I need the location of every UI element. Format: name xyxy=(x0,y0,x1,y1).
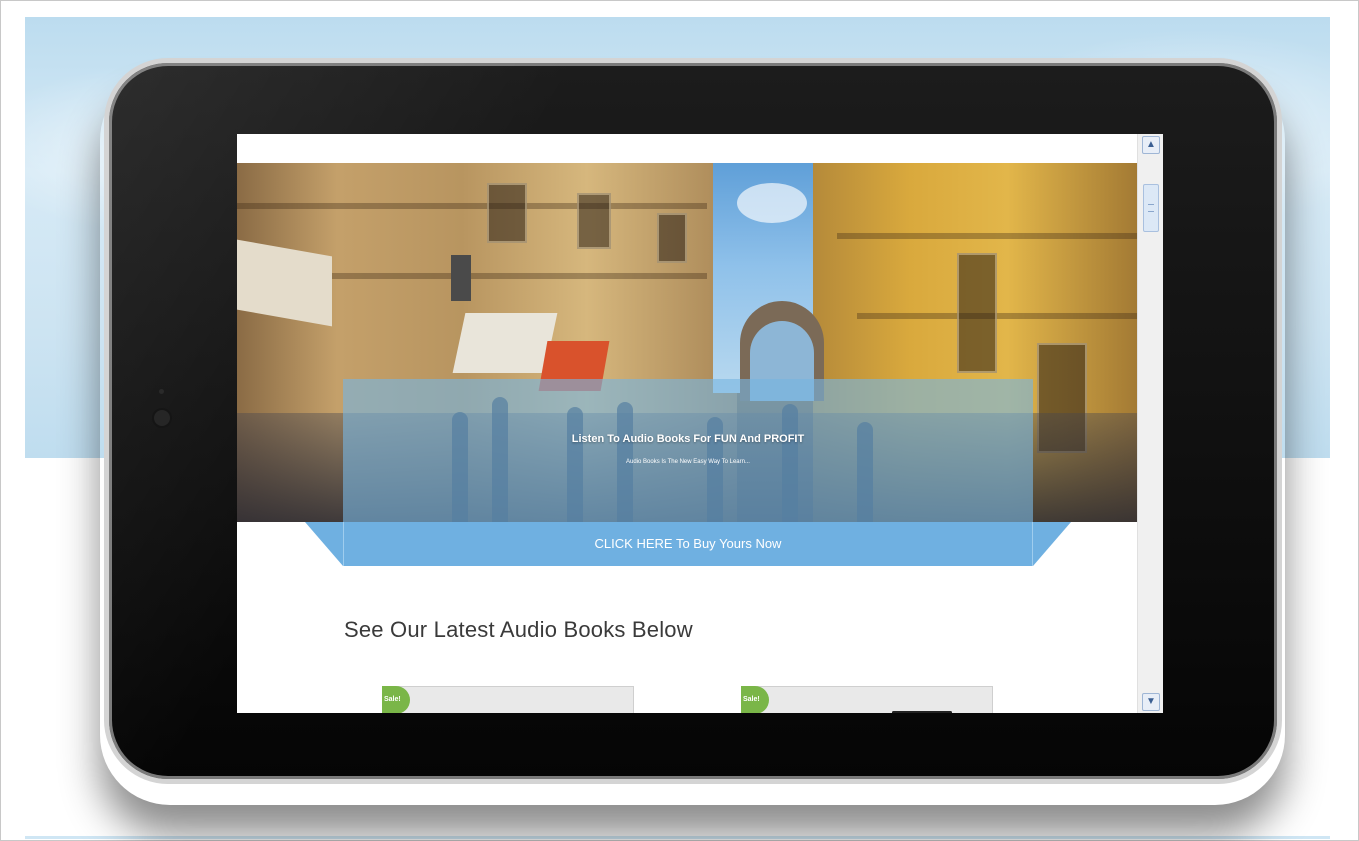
scroll-thumb[interactable] xyxy=(1143,184,1159,232)
sale-badge: Sale! xyxy=(382,686,410,713)
hero-awning xyxy=(452,313,558,373)
hero-window xyxy=(657,213,687,263)
product-card[interactable]: Sale! xyxy=(741,686,993,713)
background-bottom-line xyxy=(25,836,1330,839)
vertical-scrollbar[interactable]: ▲ ▼ xyxy=(1137,134,1163,713)
hero-balcony xyxy=(837,233,1137,239)
hero-cloud xyxy=(737,183,807,223)
tablet-screen: Listen To Audio Books For FUN And PROFIT… xyxy=(237,134,1163,713)
tablet-camera xyxy=(154,410,170,426)
hero-overlay: Listen To Audio Books For FUN And PROFIT… xyxy=(343,379,1033,523)
hero-window xyxy=(487,183,527,243)
sale-badge: Sale! xyxy=(741,686,769,713)
hero-balcony xyxy=(857,313,1137,319)
cta-wing-left xyxy=(305,522,343,566)
buy-now-button[interactable]: CLICK HERE To Buy Yours Now xyxy=(343,522,1033,566)
hero-sign xyxy=(451,255,471,301)
product-card[interactable]: Sale! xyxy=(382,686,634,713)
hero-window xyxy=(957,253,997,373)
chevron-down-icon[interactable]: ▼ xyxy=(1142,693,1160,711)
hero-title: Listen To Audio Books For FUN And PROFIT xyxy=(571,433,805,445)
hero-window xyxy=(577,193,611,249)
chevron-up-icon[interactable]: ▲ xyxy=(1142,136,1160,154)
hero-subtitle: Audio Books Is The New Easy Way To Learn… xyxy=(626,459,750,465)
product-image-fragment xyxy=(892,711,952,713)
cta-ribbon: CLICK HERE To Buy Yours Now xyxy=(237,522,1137,566)
tablet-sensor xyxy=(159,389,164,394)
cta-wing-right xyxy=(1033,522,1071,566)
hero-balcony xyxy=(237,203,707,209)
section-title: See Our Latest Audio Books Below xyxy=(344,617,693,642)
web-page: Listen To Audio Books For FUN And PROFIT… xyxy=(237,134,1137,713)
